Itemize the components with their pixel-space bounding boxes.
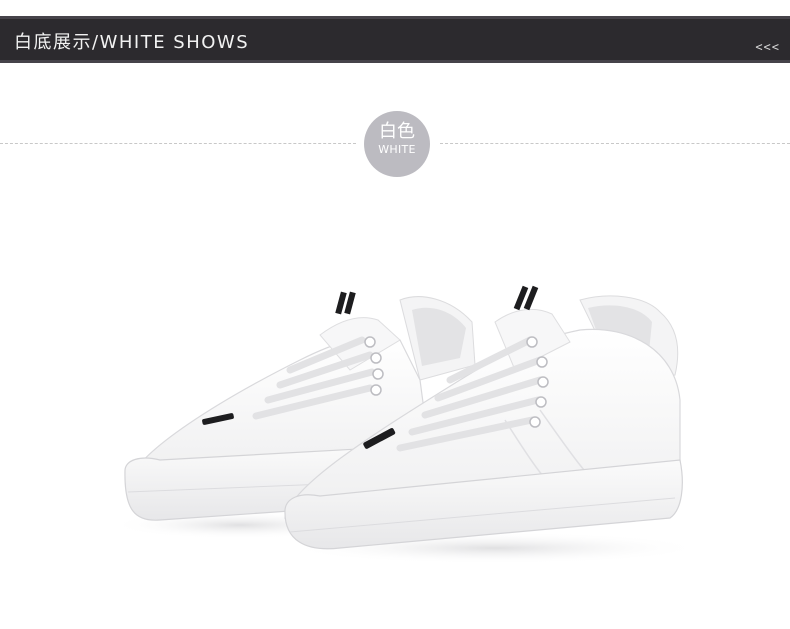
color-badge-chinese-label: 白色 <box>379 121 415 142</box>
chevron-left-arrows-icon: <<< <box>755 40 780 54</box>
color-badge-english-label: WHITE <box>378 143 416 156</box>
dashed-divider-left <box>0 143 356 144</box>
white-sneakers-image <box>110 285 700 564</box>
dashed-divider-right <box>440 143 790 144</box>
color-badge: 白色 WHITE <box>364 111 430 177</box>
section-header: 白底展示/WHITE SHOWS <<< <box>0 16 790 63</box>
section-title: 白底展示/WHITE SHOWS <box>14 32 250 53</box>
